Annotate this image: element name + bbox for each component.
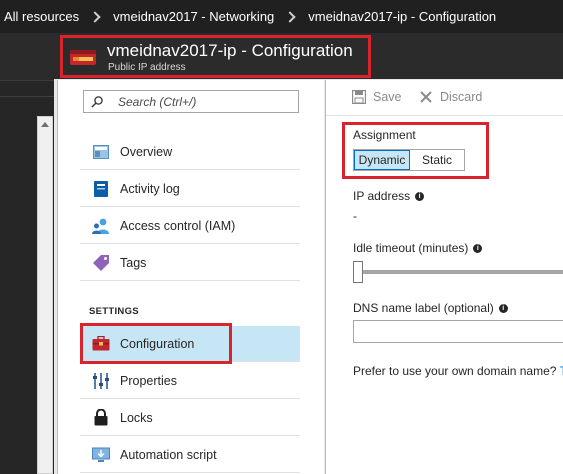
overview-icon <box>92 143 110 161</box>
breadcrumb-networking[interactable]: vmeidnav2017 - Networking <box>113 9 274 24</box>
dns-label: DNS name label (optional) i <box>353 301 508 315</box>
page-title: vmeidnav2017-ip - Configuration <box>107 41 353 60</box>
discard-button[interactable]: Discard <box>419 90 482 104</box>
ip-address-label-text: IP address <box>353 189 411 203</box>
info-icon[interactable]: i <box>498 303 508 313</box>
save-button[interactable]: Save <box>351 89 402 105</box>
breadcrumb-all-resources[interactable]: All resources <box>4 9 79 24</box>
section-label-settings: SETTINGS <box>89 306 139 317</box>
breadcrumb: All resources vmeidnav2017 - Networking … <box>0 0 563 33</box>
menu-item-label: Automation script <box>120 447 217 462</box>
menu-item-label: Locks <box>120 410 153 425</box>
info-icon[interactable]: i <box>415 191 425 201</box>
scroll-up-icon[interactable] <box>40 119 50 129</box>
breadcrumb-configuration[interactable]: vmeidnav2017-ip - Configuration <box>308 9 496 24</box>
close-icon <box>419 90 433 104</box>
chevron-right-icon <box>284 10 296 23</box>
dns-label-text: DNS name label (optional) <box>353 301 494 315</box>
page-subtitle: Public IP address <box>108 62 186 73</box>
save-icon <box>351 89 367 105</box>
menu-item-access-control[interactable]: Access control (IAM) <box>80 208 300 244</box>
menu-item-label: Activity log <box>120 181 180 196</box>
prefer-text: Prefer to use your own domain name? <box>353 364 557 378</box>
blade-title-highlight: vmeidnav2017-ip - Configuration Public I… <box>60 35 371 78</box>
idle-timeout-slider-thumb[interactable] <box>353 261 363 283</box>
divider <box>0 96 54 97</box>
sliders-icon <box>92 372 110 390</box>
search-input[interactable] <box>118 94 293 110</box>
custom-domain-link[interactable]: T <box>560 364 563 378</box>
scrollbar[interactable] <box>37 116 53 474</box>
menu-item-tags[interactable]: Tags <box>80 245 300 281</box>
menu-item-properties[interactable]: Properties <box>80 363 300 399</box>
download-monitor-icon <box>92 446 110 464</box>
menu-item-label: Properties <box>120 373 177 388</box>
resource-menu: Overview Activity log Access control (IA… <box>57 80 324 474</box>
discard-label: Discard <box>440 90 483 104</box>
search-box[interactable] <box>83 90 299 113</box>
info-icon[interactable]: i <box>473 243 483 253</box>
lock-icon <box>92 409 110 427</box>
chevron-right-icon <box>89 10 101 23</box>
assignment-highlight <box>342 122 489 179</box>
configuration-highlight <box>80 323 232 364</box>
menu-item-overview[interactable]: Overview <box>80 134 300 170</box>
activity-log-icon <box>92 180 110 198</box>
menu-item-locks[interactable]: Locks <box>80 400 300 436</box>
toolbar: Save Discard <box>326 80 563 116</box>
save-label: Save <box>373 90 402 104</box>
menu-item-activity-log[interactable]: Activity log <box>80 171 300 207</box>
iam-icon <box>92 217 110 235</box>
custom-domain-prompt: Prefer to use your own domain name? T <box>353 364 563 378</box>
idle-timeout-label-text: Idle timeout (minutes) <box>353 241 469 255</box>
dns-name-input[interactable] <box>353 320 563 343</box>
menu-item-automation-script[interactable]: Automation script <box>80 437 300 473</box>
menu-item-label: Access control (IAM) <box>120 218 236 233</box>
ip-address-value: - <box>353 209 357 223</box>
menu-item-label: Tags <box>120 255 147 270</box>
idle-timeout-slider-track[interactable] <box>353 270 563 274</box>
search-icon <box>91 95 103 108</box>
menu-item-label: Overview <box>120 144 173 159</box>
ip-address-label: IP address i <box>353 189 425 203</box>
idle-timeout-label: Idle timeout (minutes) i <box>353 241 483 255</box>
tag-icon <box>92 254 110 272</box>
public-ip-icon <box>69 47 97 67</box>
